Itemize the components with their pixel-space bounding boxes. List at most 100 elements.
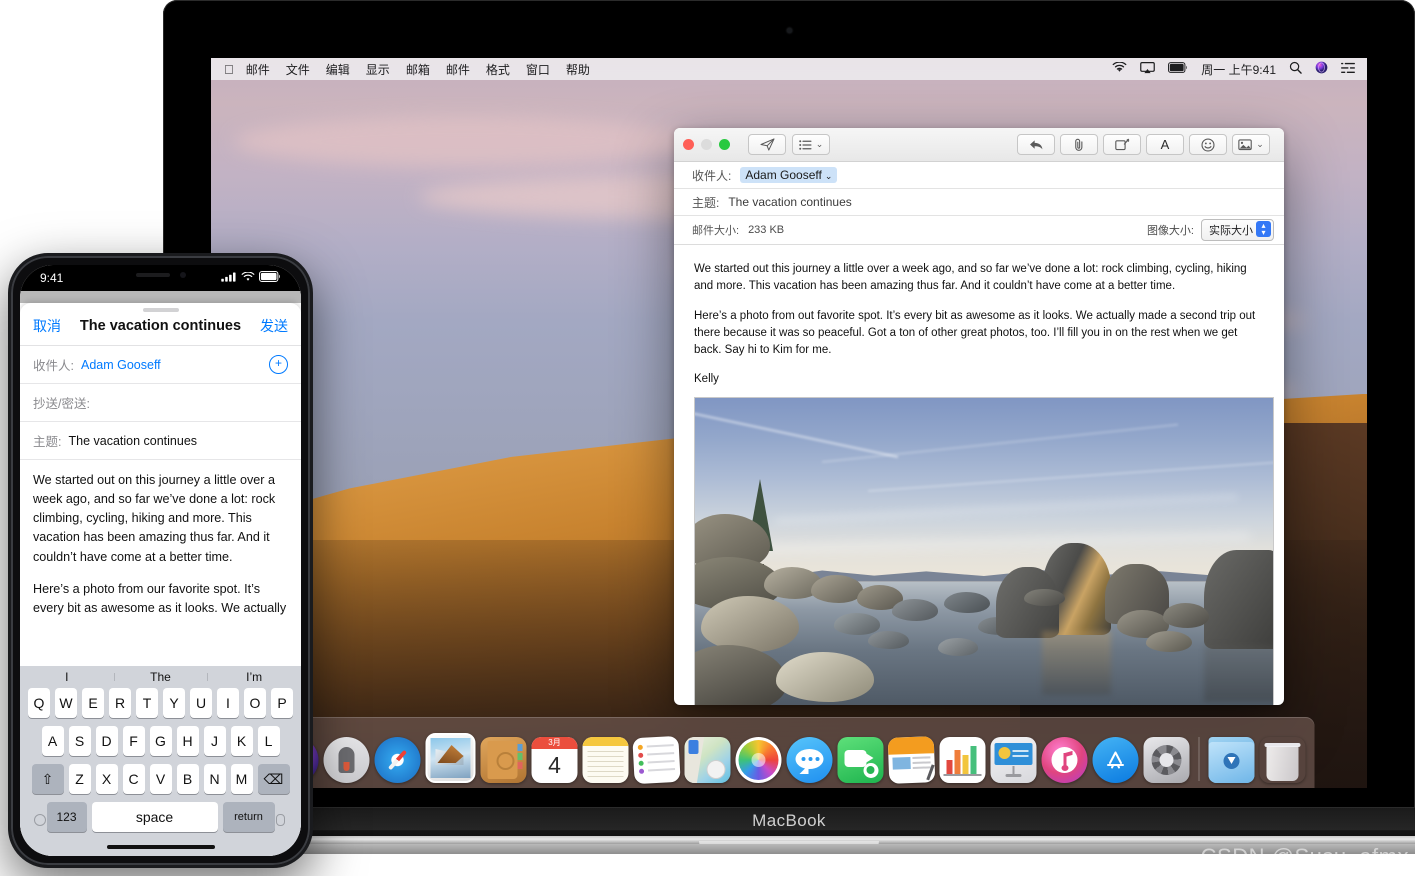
dock-item-notes[interactable] [582, 737, 629, 783]
emoji-keyboard-icon[interactable] [34, 814, 46, 826]
chevron-down-icon[interactable]: ⌄ [825, 171, 833, 181]
delete-key[interactable]: ⌫ [257, 764, 290, 794]
zoom-window-button[interactable] [719, 139, 730, 150]
key-j[interactable]: J [203, 726, 226, 756]
battery-icon[interactable] [1168, 62, 1188, 76]
iphone-keyboard[interactable]: I The I’m Q W E R T Y U I O P A S D F G … [20, 666, 301, 856]
home-indicator[interactable] [106, 845, 215, 849]
mail-window-toolbar[interactable]: ⌄ A ⌄ [674, 128, 1284, 162]
key-o[interactable]: O [244, 688, 266, 718]
key-v[interactable]: V [149, 764, 172, 794]
search-icon[interactable] [1289, 61, 1302, 77]
close-window-button[interactable] [683, 139, 694, 150]
wifi-icon[interactable] [1112, 61, 1127, 76]
key-c[interactable]: C [122, 764, 145, 794]
markup-icon[interactable] [1103, 134, 1141, 155]
prediction-3[interactable]: I’m [207, 670, 301, 684]
mail-body[interactable]: We started out this journey a little ove… [674, 245, 1284, 705]
iphone-mail-body[interactable]: We started out on this journey a little … [20, 460, 301, 618]
iphone-to-field[interactable]: 收件人: Adam Gooseff + [20, 346, 301, 384]
key-q[interactable]: Q [28, 688, 50, 718]
control-center-icon[interactable] [1341, 62, 1355, 77]
key-n[interactable]: N [203, 764, 226, 794]
format-text-icon[interactable]: A [1146, 134, 1184, 155]
keyboard-bottom-row[interactable]: 123 space return [20, 802, 301, 832]
menu-item-message[interactable]: 邮件 [446, 61, 470, 78]
prediction-1[interactable]: I [20, 670, 114, 684]
dock-item-messages[interactable] [786, 737, 833, 783]
space-key[interactable]: space [91, 802, 218, 832]
menu-item-edit[interactable]: 编辑 [326, 61, 350, 78]
numbers-key[interactable]: 123 [46, 802, 87, 832]
dictation-microphone-icon[interactable] [276, 814, 285, 826]
iphone-compose-sheet[interactable]: 取消 The vacation continues 发送 收件人: Adam G… [20, 303, 301, 856]
key-r[interactable]: R [109, 688, 131, 718]
dock-item-app-store[interactable] [1092, 737, 1139, 783]
send-paperplane-icon[interactable] [748, 134, 786, 155]
dock-item-downloads[interactable] [1208, 737, 1255, 783]
key-e[interactable]: E [82, 688, 104, 718]
key-f[interactable]: F [122, 726, 145, 756]
minimize-window-button[interactable] [701, 139, 712, 150]
dock-item-safari[interactable] [374, 737, 421, 783]
menu-item-format[interactable]: 格式 [486, 61, 510, 78]
key-t[interactable]: T [136, 688, 158, 718]
menu-item-help[interactable]: 帮助 [566, 61, 590, 78]
dock-item-launchpad[interactable] [323, 737, 370, 783]
key-s[interactable]: S [68, 726, 91, 756]
dock-item-maps[interactable] [684, 737, 731, 783]
attach-paperclip-icon[interactable] [1060, 134, 1098, 155]
dock-item-trash[interactable] [1260, 737, 1306, 783]
key-a[interactable]: A [41, 726, 64, 756]
key-x[interactable]: X [95, 764, 118, 794]
key-d[interactable]: D [95, 726, 118, 756]
dock[interactable]: 3月 4 [263, 717, 1315, 788]
dock-item-photos[interactable] [735, 737, 782, 783]
iphone-to-value[interactable]: Adam Gooseff [81, 358, 161, 372]
stepper-arrows-icon[interactable]: ▴ ▾ [1256, 221, 1271, 237]
key-g[interactable]: G [149, 726, 172, 756]
key-u[interactable]: U [190, 688, 212, 718]
key-y[interactable]: Y [163, 688, 185, 718]
add-contact-icon[interactable]: + [269, 355, 288, 374]
key-m[interactable]: M [230, 764, 253, 794]
menu-item-file[interactable]: 文件 [286, 61, 310, 78]
menu-bar-status-area[interactable]: 周一 上午9:41 [1112, 61, 1359, 78]
key-w[interactable]: W [55, 688, 77, 718]
menu-item-view[interactable]: 显示 [366, 61, 390, 78]
keyboard-row-3[interactable]: ⇧ Z X C V B N M ⌫ [20, 764, 301, 794]
dock-item-numbers[interactable] [939, 737, 986, 783]
keyboard-row-1[interactable]: Q W E R T Y U I O P [20, 688, 301, 718]
key-k[interactable]: K [230, 726, 253, 756]
subject-field-value[interactable]: The vacation continues [728, 195, 851, 209]
iphone-subject-value[interactable]: The vacation continues [68, 434, 197, 448]
dock-item-calendar[interactable]: 3月 4 [531, 737, 578, 783]
cancel-button[interactable]: 取消 [33, 316, 61, 336]
iphone-nav-bar[interactable]: 取消 The vacation continues 发送 [20, 312, 301, 346]
emoji-icon[interactable] [1189, 134, 1227, 155]
send-button[interactable]: 发送 [260, 316, 288, 336]
predictive-text-bar[interactable]: I The I’m [20, 666, 301, 688]
photo-browser-icon[interactable]: ⌄ [1232, 134, 1270, 155]
dock-item-facetime[interactable] [837, 737, 884, 783]
key-l[interactable]: L [257, 726, 280, 756]
apple-logo-icon[interactable]:  [224, 63, 234, 76]
reply-icon[interactable] [1017, 134, 1055, 155]
key-h[interactable]: H [176, 726, 199, 756]
lake-tahoe-rocks-photo[interactable] [694, 396, 1274, 705]
prediction-2[interactable]: The [113, 670, 208, 684]
dock-item-pages[interactable] [887, 736, 936, 784]
image-size-select[interactable]: 实际大小 ▴ ▾ [1201, 219, 1274, 241]
subject-field-row[interactable]: 主题: The vacation continues [674, 189, 1284, 216]
dock-item-keynote[interactable] [990, 737, 1037, 783]
recipient-token[interactable]: Adam Gooseff ⌄ [740, 167, 838, 183]
menu-item-window[interactable]: 窗口 [526, 61, 550, 78]
dock-item-itunes[interactable] [1041, 737, 1088, 783]
header-fields-icon[interactable]: ⌄ [792, 134, 830, 155]
dock-item-mail[interactable] [425, 733, 476, 783]
iphone-cc-bcc-field[interactable]: 抄送/密送: [20, 384, 301, 422]
key-b[interactable]: B [176, 764, 199, 794]
key-i[interactable]: I [217, 688, 239, 718]
dock-item-system-preferences[interactable] [1143, 737, 1190, 783]
menu-bar[interactable]:  邮件 文件 编辑 显示 邮箱 邮件 格式 窗口 帮助 [211, 58, 1367, 80]
